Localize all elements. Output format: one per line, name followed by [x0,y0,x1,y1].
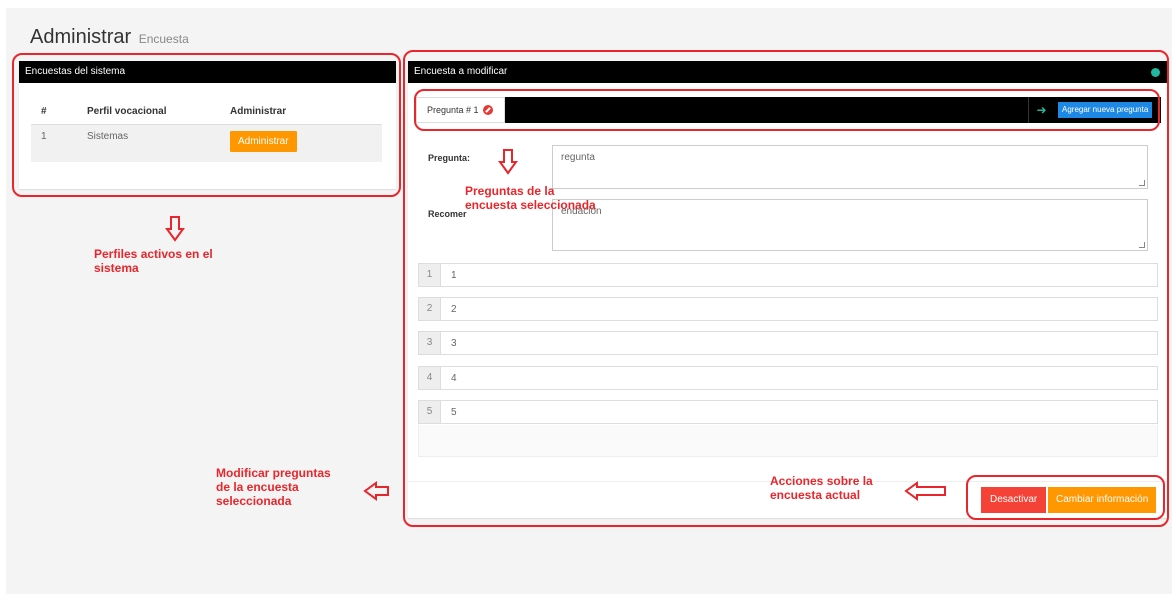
page-title-text: Administrar [30,26,132,48]
annotation-actions: Acciones sobre la encuesta actual [770,474,873,502]
page-title: Administrar Encuesta [30,26,189,49]
annotation-arrow-left-icon [904,481,946,501]
annotation-arrow-left-icon [363,481,389,501]
annotation-questions: Preguntas de la encuesta seleccionada [465,184,596,212]
page-subtitle: Encuesta [138,32,189,46]
annotation-frame-surveys [12,53,401,197]
annotation-profiles: Perfiles activos en el sistema [94,247,213,275]
annotation-frame-tabs [414,89,1160,131]
annotation-arrow-down-icon [165,216,185,242]
annotation-frame-actions [966,475,1165,520]
annotation-arrow-down-icon [498,149,518,175]
annotation-modify: Modificar preguntas de la encuesta selec… [216,466,331,508]
